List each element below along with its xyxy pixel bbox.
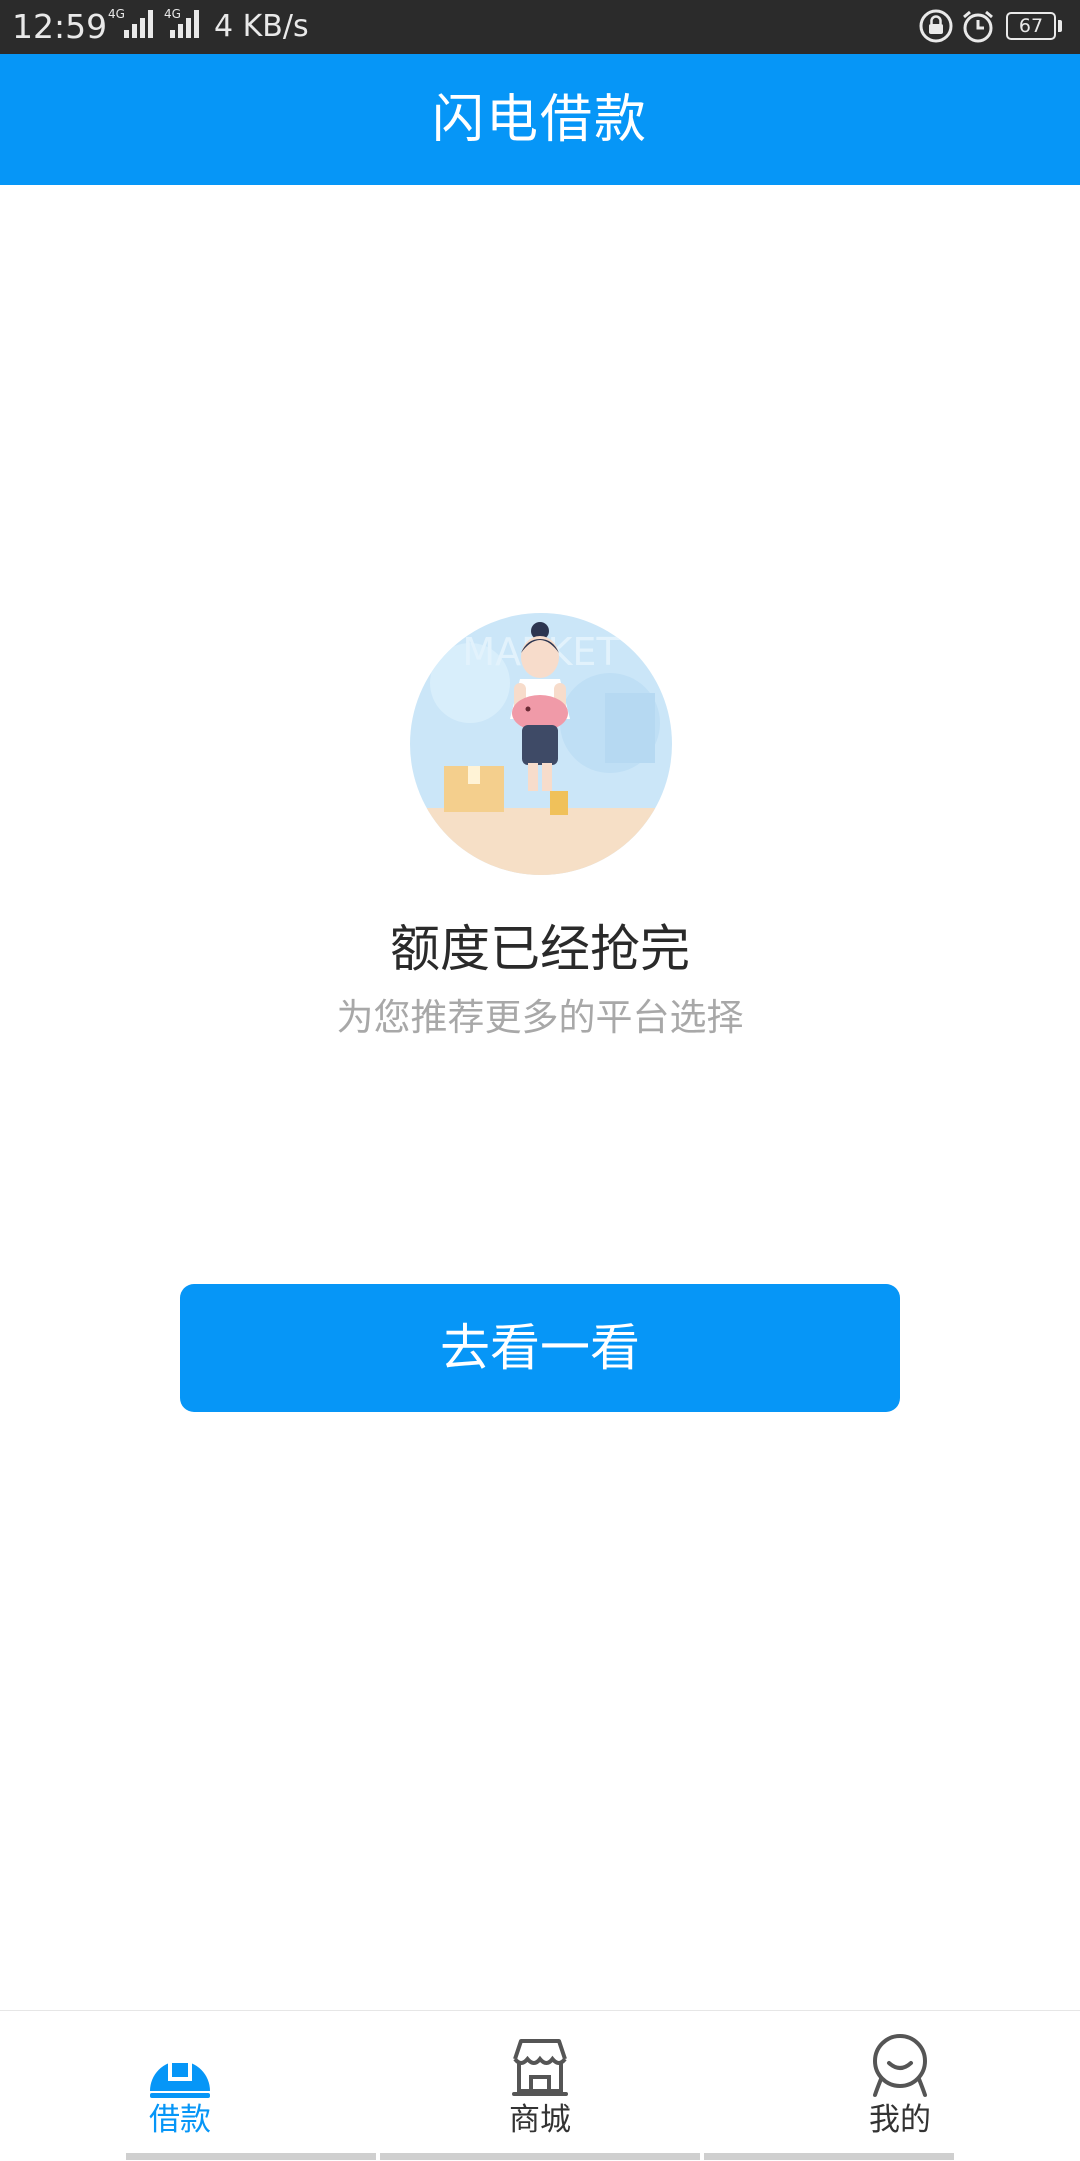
signal-strength-icon: 4G (162, 7, 214, 38)
app-header: 闪电借款 (0, 54, 1080, 185)
network-type-label: 4G (164, 7, 181, 21)
signal-strength-icon: 4G (106, 7, 158, 38)
tab-store[interactable]: 商城 (360, 2011, 720, 2161)
network-speed: 4 KB/s (214, 9, 309, 44)
status-time: 12:59 (12, 7, 108, 46)
go-look-button[interactable]: 去看一看 (180, 1284, 900, 1412)
battery-tip (1058, 20, 1062, 32)
bottom-tab-bar: 借款 商城 我的 (0, 2010, 1080, 2161)
gesture-indicator (704, 2153, 954, 2160)
page-title: 闪电借款 (431, 90, 648, 150)
tab-label: 我的 (869, 2102, 931, 2138)
tab-loan[interactable]: 借款 (0, 2011, 360, 2161)
tab-label: 借款 (149, 2102, 211, 2138)
profile-icon (873, 2034, 927, 2097)
lock-rotation-icon (919, 9, 953, 43)
network-type-label: 4G (108, 7, 125, 21)
battery-icon: 67 (1006, 12, 1056, 40)
gesture-indicator (126, 2153, 376, 2160)
alarm-icon (963, 10, 993, 43)
loan-icon (150, 2059, 210, 2098)
empty-state-subtitle: 为您推荐更多的平台选择 (336, 996, 744, 1039)
store-icon (512, 2039, 568, 2096)
tab-profile[interactable]: 我的 (720, 2011, 1080, 2161)
tab-label: 商城 (509, 2102, 571, 2138)
status-bar: 12:59 4G 4G 4 KB/s 67 (0, 0, 1080, 54)
market-girl-illustration: MARKET (410, 613, 672, 875)
gesture-indicator (380, 2153, 700, 2160)
empty-state-title: 额度已经抢完 (390, 920, 690, 978)
